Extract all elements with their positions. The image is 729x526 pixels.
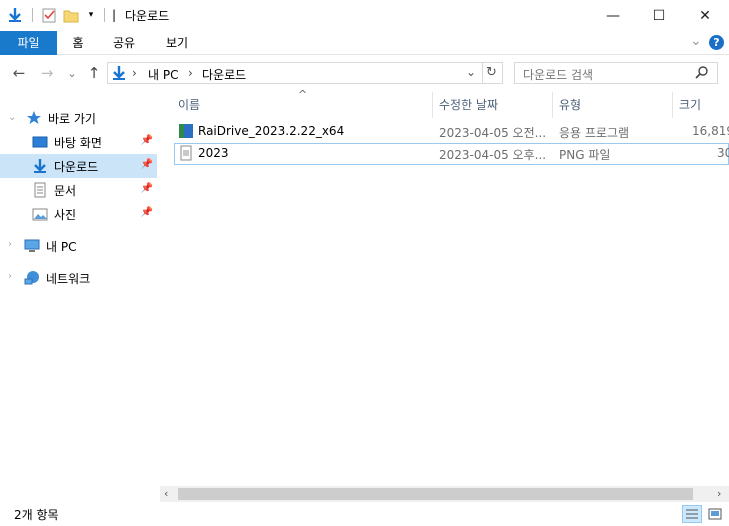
expand-chevron-icon[interactable]: › bbox=[8, 271, 12, 282]
file-name: RaiDrive_2023.2.22_x64 bbox=[198, 124, 345, 138]
table-row[interactable]: RaiDrive_2023.2.22_x64 2023-04-05 오전... … bbox=[174, 121, 729, 143]
breadcrumb-separator[interactable]: › bbox=[188, 66, 193, 80]
column-divider[interactable] bbox=[672, 92, 673, 118]
tree-item-desktop[interactable]: 바탕 화면 📌 bbox=[0, 130, 157, 154]
tree-item-this-pc[interactable]: › 내 PC bbox=[0, 234, 157, 258]
table-row-selected[interactable]: 2023 2023-04-05 오후... PNG 파일 30 bbox=[174, 143, 729, 165]
column-divider[interactable] bbox=[552, 92, 553, 118]
column-header-size[interactable]: 크기 bbox=[679, 94, 701, 116]
tree-item-label: 네트워크 bbox=[46, 271, 91, 286]
new-folder-icon[interactable] bbox=[62, 6, 80, 24]
address-bar[interactable]: › 내 PC › 다운로드 ⌄ ↻ bbox=[107, 62, 503, 84]
navigation-pane: ⌄ 바로 가기 바탕 화면 📌 다운로드 📌 문서 📌 사진 📌 › 내 PC … bbox=[0, 90, 159, 502]
file-type: PNG 파일 bbox=[559, 148, 611, 162]
address-divider bbox=[482, 63, 483, 83]
forward-button[interactable]: → bbox=[37, 63, 57, 83]
tree-item-label: 사진 bbox=[54, 207, 77, 222]
download-folder-icon bbox=[32, 158, 48, 174]
tree-item-label: 바탕 화면 bbox=[54, 135, 102, 150]
download-folder-icon bbox=[111, 65, 127, 84]
search-icon[interactable] bbox=[695, 65, 709, 82]
desktop-icon bbox=[32, 134, 48, 150]
network-icon bbox=[24, 270, 40, 286]
tree-item-network[interactable]: › 네트워크 bbox=[0, 266, 157, 290]
file-list: ^ 이름 수정한 날짜 유형 크기 RaiDrive_2023.2.22_x64… bbox=[160, 88, 729, 486]
collapse-chevron-icon[interactable]: ⌄ bbox=[8, 112, 16, 123]
tab-file[interactable]: 파일 bbox=[0, 31, 57, 55]
pin-icon: 📌 bbox=[140, 135, 153, 146]
search-input[interactable]: 다운로드 검색 bbox=[523, 66, 593, 83]
computer-icon bbox=[24, 238, 40, 254]
large-icons-view-icon[interactable] bbox=[705, 505, 725, 523]
file-type: 응용 프로그램 bbox=[559, 126, 630, 140]
refresh-icon[interactable]: ↻ bbox=[486, 65, 497, 80]
column-header-name[interactable]: 이름 bbox=[178, 94, 200, 116]
tab-home[interactable]: 홈 bbox=[57, 31, 99, 55]
up-button[interactable]: ↑ bbox=[84, 63, 104, 83]
minimize-button[interactable]: — bbox=[590, 0, 636, 31]
item-count: 2개 항목 bbox=[14, 508, 59, 522]
tree-item-label: 문서 bbox=[54, 183, 77, 198]
tree-item-label: 내 PC bbox=[46, 239, 77, 254]
ribbon-tabs: 파일 홈 공유 보기 ⌄ ? bbox=[0, 31, 729, 55]
download-folder-icon bbox=[6, 6, 24, 24]
scroll-right-icon[interactable]: › bbox=[717, 487, 721, 500]
expand-chevron-icon[interactable]: › bbox=[8, 239, 12, 250]
tree-item-pictures[interactable]: 사진 📌 bbox=[0, 202, 157, 226]
search-box[interactable]: 다운로드 검색 bbox=[514, 62, 718, 84]
file-date: 2023-04-05 오후... bbox=[439, 148, 547, 162]
toolbar-separator bbox=[32, 8, 33, 22]
tree-item-downloads[interactable]: 다운로드 📌 bbox=[0, 154, 157, 178]
close-button[interactable]: ✕ bbox=[682, 0, 728, 31]
window-title: 다운로드 bbox=[125, 9, 170, 23]
scrollbar-thumb[interactable] bbox=[178, 488, 693, 500]
navigation-bar: ← → ⌄ ↑ › 내 PC › 다운로드 ⌄ ↻ 다운로드 검색 bbox=[0, 56, 729, 90]
details-view-icon[interactable] bbox=[682, 505, 702, 523]
tree-item-documents[interactable]: 문서 📌 bbox=[0, 178, 157, 202]
title-separator-icon: | bbox=[112, 8, 117, 22]
horizontal-scrollbar[interactable]: ‹ › bbox=[160, 486, 729, 502]
column-header-date[interactable]: 수정한 날짜 bbox=[439, 94, 498, 116]
file-size: 16,819 bbox=[692, 124, 729, 138]
column-header-type[interactable]: 유형 bbox=[559, 94, 581, 116]
file-name: 2023 bbox=[198, 146, 229, 160]
scroll-left-icon[interactable]: ‹ bbox=[164, 487, 168, 500]
breadcrumb-separator[interactable]: › bbox=[132, 66, 137, 80]
help-icon[interactable]: ? bbox=[709, 35, 724, 50]
pin-icon: 📌 bbox=[140, 207, 153, 218]
image-file-icon bbox=[178, 145, 194, 164]
star-icon bbox=[26, 110, 42, 126]
pictures-icon bbox=[32, 206, 48, 222]
tree-item-quick-access[interactable]: ⌄ 바로 가기 bbox=[0, 106, 157, 130]
tab-share[interactable]: 공유 bbox=[102, 31, 146, 55]
tab-view[interactable]: 보기 bbox=[153, 31, 201, 55]
maximize-button[interactable]: ☐ bbox=[636, 0, 682, 31]
pin-icon: 📌 bbox=[140, 183, 153, 194]
app-icon bbox=[178, 123, 194, 142]
tree-item-label: 다운로드 bbox=[54, 159, 99, 174]
file-size: 30 bbox=[717, 146, 729, 160]
breadcrumb-this-pc[interactable]: 내 PC bbox=[148, 66, 178, 83]
expand-ribbon-icon[interactable]: ⌄ bbox=[690, 33, 702, 49]
sort-indicator-icon: ^ bbox=[298, 88, 308, 101]
back-button[interactable]: ← bbox=[9, 63, 29, 83]
document-icon bbox=[32, 182, 48, 198]
pin-icon: 📌 bbox=[140, 159, 153, 170]
properties-icon[interactable] bbox=[40, 6, 58, 24]
customize-toolbar-icon[interactable]: ▾ bbox=[82, 6, 100, 24]
breadcrumb-downloads[interactable]: 다운로드 bbox=[202, 66, 246, 83]
column-divider[interactable] bbox=[432, 92, 433, 118]
status-bar: 2개 항목 bbox=[0, 502, 729, 526]
toolbar-separator bbox=[104, 8, 105, 22]
address-dropdown-icon[interactable]: ⌄ bbox=[466, 65, 476, 79]
recent-locations-button[interactable]: ⌄ bbox=[62, 63, 82, 83]
tree-item-label: 바로 가기 bbox=[48, 111, 96, 126]
title-bar: ▾ | 다운로드 — ☐ ✕ bbox=[0, 0, 729, 31]
file-date: 2023-04-05 오전... bbox=[439, 126, 547, 140]
